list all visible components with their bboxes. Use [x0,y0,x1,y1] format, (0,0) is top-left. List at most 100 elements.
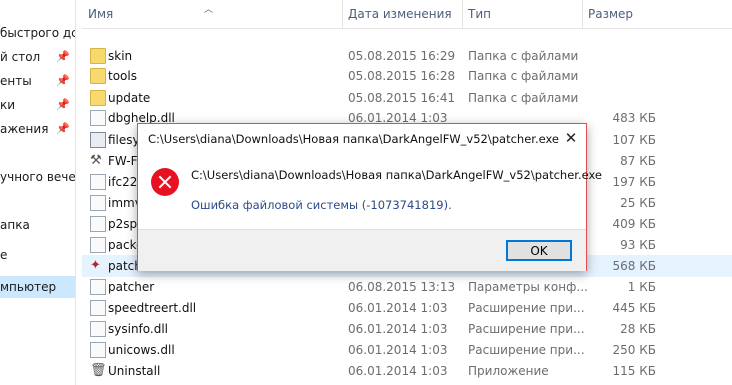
column-name-label: Имя [88,7,114,21]
nav-item-label: е [0,248,8,262]
file-date: 06.01.2014 1:03 [348,322,448,336]
nav-item-label: ажения [0,122,49,136]
file-date: 05.08.2015 16:41 [348,91,456,105]
file-date: 05.08.2015 16:28 [348,69,456,83]
file-row[interactable]: update 05.08.2015 16:41 Папка с файлами [82,87,732,109]
file-name: tools [108,69,137,83]
dll-file-icon [90,110,106,126]
file-row[interactable]: tools 05.08.2015 16:28 Папка с файлами [82,65,732,87]
dll-file-icon [90,300,106,316]
file-date: 06.01.2014 1:03 [348,301,448,315]
file-size: 568 КБ [612,259,656,273]
nav-item-label: й стол [0,50,41,64]
exe-file-icon [90,132,106,148]
file-size: 115 КБ [612,364,656,378]
file-date: 05.08.2015 16:29 [348,49,456,63]
config-file-icon [90,279,106,295]
dll-file-icon [90,342,106,358]
pin-icon: 📌 [56,98,70,111]
uninstall-icon: 🗑 [90,363,107,378]
file-type: Параметры конф... [468,280,588,294]
column-type-header[interactable]: Тип [462,0,582,28]
column-date-header[interactable]: Дата изменения [342,0,462,28]
folder-icon [90,68,106,84]
error-dialog: C:\Users\diana\Downloads\Новая папка\Dar… [137,123,602,271]
close-icon[interactable]: ✕ [556,124,586,154]
file-size: 87 КБ [620,154,656,168]
file-type: Папка с файлами [468,69,579,83]
file-type: Расширение при... [468,322,585,336]
nav-item-desktop[interactable]: й стол 📌 [0,46,75,68]
file-row[interactable]: speedtreert.dll 06.01.2014 1:03 Расширен… [82,297,732,319]
file-size: 1 КБ [627,280,656,294]
sort-chevron-up-icon: ︿ [204,5,214,15]
dll-file-icon [90,174,106,190]
nav-item-this-pc[interactable]: мпьютер [0,276,75,298]
nav-item-label: енты [0,74,32,88]
dialog-path: C:\Users\diana\Downloads\Новая папка\Dar… [191,168,603,182]
nav-item-evening[interactable]: учного вече [0,166,75,188]
dialog-footer: OK [138,229,586,271]
file-size: 197 КБ [612,175,656,189]
ok-button[interactable]: OK [506,240,572,261]
file-row[interactable]: skin 05.08.2015 16:29 Папка с файлами [82,45,732,67]
file-type: Расширение при... [468,343,585,357]
file-size: 107 КБ [612,133,656,147]
column-type-label: Тип [468,7,491,21]
patcher-icon: ✦ [90,258,101,273]
file-row[interactable]: unicows.dll 06.01.2014 1:03 Расширение п… [82,339,732,361]
file-size: 483 КБ [612,111,656,125]
nav-item-label: быстрого дс [0,26,76,40]
column-header: Имя ︿ Дата изменения Тип Размер [82,0,732,29]
file-name: patcher [108,280,155,294]
dll-file-icon [90,195,106,211]
nav-item-downloads[interactable]: ки 📌 [0,94,75,116]
folder-icon [90,48,106,64]
file-row[interactable]: patcher 06.08.2015 13:13 Параметры конф.… [82,276,732,298]
file-type: Папка с файлами [468,91,579,105]
pin-icon: 📌 [56,74,70,87]
dll-file-icon [90,237,106,253]
file-name: FW-Fi [108,154,140,168]
nav-item-label: ки [0,98,16,112]
navigation-pane: быстрого дс й стол 📌 енты 📌 ки 📌 ажения … [0,0,76,385]
file-date: 06.01.2014 1:03 [348,364,448,378]
file-row[interactable]: sysinfo.dll 06.01.2014 1:03 Расширение п… [82,318,732,340]
pin-icon: 📌 [56,50,70,63]
nav-item-misc[interactable]: е [0,244,75,266]
file-name: sysinfo.dll [108,322,168,336]
tool-icon: ⚒ [90,153,102,168]
file-name: speedtreert.dll [108,301,197,315]
file-row[interactable]: 🗑 Uninstall 06.01.2014 1:03 Приложение 1… [82,360,732,382]
file-size: 250 КБ [612,343,656,357]
file-type: Расширение при... [468,301,585,315]
pin-icon: 📌 [56,122,70,135]
dll-file-icon [90,321,106,337]
error-icon [151,168,179,196]
file-size: 25 КБ [620,196,656,210]
column-size-label: Размер [588,7,634,21]
dialog-title: C:\Users\diana\Downloads\Новая папка\Dar… [148,132,560,146]
dll-file-icon [90,216,106,232]
file-size: 93 КБ [620,238,656,252]
nav-item-folder[interactable]: апка [0,214,75,236]
file-name: unicows.dll [108,343,175,357]
file-size: 28 КБ [620,322,656,336]
file-date: 06.08.2015 13:13 [348,280,456,294]
nav-item-quick-access[interactable]: быстрого дс [0,22,75,44]
file-name: Uninstall [108,364,161,378]
nav-item-documents[interactable]: енты 📌 [0,70,75,92]
file-name: skin [108,49,133,63]
file-type: Папка с файлами [468,49,579,63]
file-date: 06.01.2014 1:03 [348,343,448,357]
file-size: 445 КБ [612,301,656,315]
file-size: 409 КБ [612,217,656,231]
file-name: update [108,91,151,105]
folder-icon [90,90,106,106]
nav-item-label: мпьютер [0,280,57,294]
file-type: Приложение [468,364,549,378]
nav-item-pictures[interactable]: ажения 📌 [0,118,75,140]
column-date-label: Дата изменения [348,7,452,21]
dialog-message: Ошибка файловой системы (-1073741819). [191,198,452,212]
column-size-header[interactable]: Размер [582,0,702,28]
